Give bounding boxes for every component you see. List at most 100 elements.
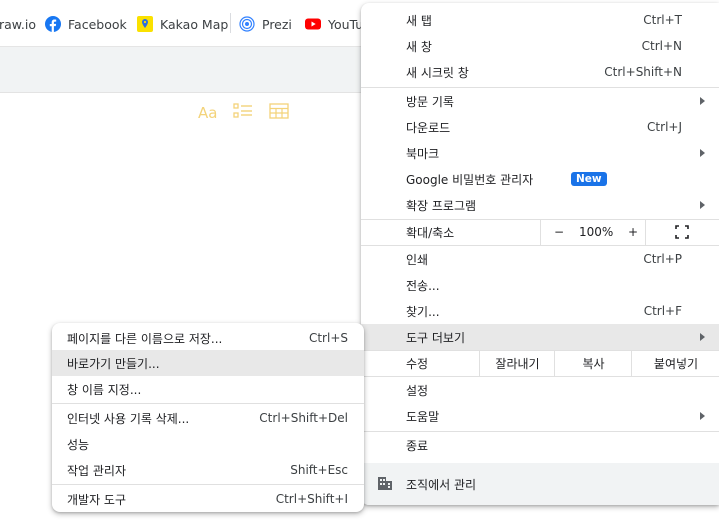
bookmark-label: YouTu — [328, 16, 364, 32]
menu-item-shortcut: Ctrl+T — [643, 13, 682, 27]
menu-item-label: 작업 관리자 — [67, 463, 127, 478]
menu-item-label: 새 창 — [406, 39, 432, 54]
paste-label: 붙여넣기 — [653, 356, 699, 371]
list-icon[interactable] — [233, 103, 253, 122]
menu-item-label: 다운로드 — [406, 120, 451, 135]
menu-item-label: 페이지를 다른 이름으로 저장... — [67, 331, 223, 346]
menu-new-window[interactable]: 새 창 Ctrl+N — [361, 33, 719, 59]
menu-downloads[interactable]: 다운로드 Ctrl+J — [361, 114, 719, 140]
submenu-arrow-icon — [700, 149, 705, 157]
paste-button[interactable]: 붙여넣기 — [631, 350, 719, 376]
bookmark-label: Prezi — [262, 16, 292, 32]
menu-item-shortcut: Shift+Esc — [290, 463, 348, 477]
menu-print[interactable]: 인쇄 Ctrl+P — [361, 246, 719, 272]
bookmark-label: Kakao Map — [160, 16, 229, 32]
menu-new-tab[interactable]: 새 탭 Ctrl+T — [361, 7, 719, 33]
submenu-save-page[interactable]: 페이지를 다른 이름으로 저장... Ctrl+S — [52, 325, 364, 351]
menu-item-label: 북마크 — [406, 146, 440, 161]
zoom-level: 100% — [579, 225, 614, 239]
menu-password-manager[interactable]: Google 비밀번호 관리자 New — [361, 166, 719, 192]
cut-button[interactable]: 잘라내기 — [479, 350, 555, 376]
menu-item-label: 방문 기록 — [406, 94, 454, 109]
zoom-out-button[interactable]: − — [554, 225, 564, 239]
menu-find[interactable]: 찾기... Ctrl+F — [361, 298, 719, 324]
submenu-clear-browsing-data[interactable]: 인터넷 사용 기록 삭제... Ctrl+Shift+Del — [52, 405, 364, 431]
menu-item-label: 바로가기 만들기... — [67, 356, 160, 371]
submenu-create-shortcut[interactable]: 바로가기 만들기... — [52, 350, 364, 376]
menu-divider — [52, 403, 364, 404]
menu-item-label: 도구 더보기 — [406, 330, 466, 345]
facebook-icon — [45, 16, 61, 32]
prezi-icon — [239, 16, 255, 32]
menu-item-label: 전송... — [406, 278, 440, 293]
menu-item-label: 설정 — [406, 383, 429, 398]
menu-settings[interactable]: 설정 — [361, 377, 719, 403]
menu-help[interactable]: 도움말 — [361, 403, 719, 429]
menu-divider — [52, 484, 364, 485]
fullscreen-icon — [675, 225, 689, 242]
submenu-arrow-icon — [700, 201, 705, 209]
menu-item-label: Google 비밀번호 관리자 — [406, 172, 534, 187]
menu-item-shortcut: Ctrl+S — [308, 331, 348, 345]
menu-bookmarks[interactable]: 북마크 — [361, 140, 719, 166]
menu-item-shortcut: Ctrl+Shift+I — [275, 492, 348, 506]
managed-label: 조직에서 관리 — [406, 478, 477, 492]
menu-exit[interactable]: 종료 — [361, 432, 719, 458]
bookmark-youtube[interactable]: YouTu — [305, 15, 363, 33]
menu-item-shortcut: Ctrl+Shift+N — [604, 65, 682, 79]
menu-item-shortcut: Ctrl+Shift+Del — [259, 411, 348, 425]
menu-more-tools[interactable]: 도구 더보기 — [361, 324, 719, 350]
menu-item-shortcut: Ctrl+F — [643, 304, 682, 318]
youtube-icon — [305, 16, 321, 32]
new-badge: New — [571, 172, 607, 186]
more-tools-submenu: 페이지를 다른 이름으로 저장... Ctrl+S 바로가기 만들기... 창 … — [52, 323, 364, 512]
submenu-task-manager[interactable]: 작업 관리자 Shift+Esc — [52, 457, 364, 483]
submenu-arrow-icon — [700, 333, 705, 341]
submenu-name-window[interactable]: 창 이름 지정... — [52, 376, 364, 402]
building-icon — [377, 475, 393, 494]
menu-item-shortcut: Ctrl+P — [643, 252, 682, 266]
submenu-performance[interactable]: 성능 — [52, 431, 364, 457]
kakao-map-icon — [137, 16, 153, 32]
bookmark-label: Facebook — [68, 16, 127, 32]
menu-item-label: 찾기... — [406, 304, 440, 319]
edit-label: 수정 — [406, 356, 429, 371]
menu-item-label: 인터넷 사용 기록 삭제... — [67, 411, 190, 426]
cut-label: 잘라내기 — [495, 356, 540, 371]
fullscreen-button[interactable] — [645, 219, 719, 245]
menu-item-shortcut: Ctrl+N — [641, 39, 682, 53]
menu-item-label: 개발자 도구 — [67, 492, 127, 507]
bookmark-prezi[interactable]: Prezi — [239, 15, 292, 33]
menu-extensions[interactable]: 확장 프로그램 — [361, 192, 719, 218]
copy-button[interactable]: 복사 — [554, 350, 632, 376]
bookmark-kakao-map[interactable]: Kakao Map — [137, 15, 228, 33]
bookmark-label: raw.io — [0, 16, 36, 32]
font-style-icon[interactable]: Aa — [198, 104, 217, 122]
menu-managed-by-org[interactable]: 조직에서 관리 — [361, 463, 719, 505]
table-icon[interactable] — [269, 103, 290, 122]
menu-new-incognito[interactable]: 새 시크릿 창 Ctrl+Shift+N — [361, 59, 719, 85]
menu-history[interactable]: 방문 기록 — [361, 88, 719, 114]
menu-item-shortcut: Ctrl+J — [647, 120, 682, 134]
submenu-developer-tools[interactable]: 개발자 도구 Ctrl+Shift+I — [52, 486, 364, 512]
menu-item-label: 도움말 — [406, 409, 440, 424]
menu-edit-row: 수정 잘라내기 복사 붙여넣기 — [361, 350, 719, 376]
menu-item-label: 성능 — [67, 437, 90, 452]
bookmark-divider — [230, 13, 231, 33]
zoom-label: 확대/축소 — [406, 225, 455, 240]
menu-item-label: 확장 프로그램 — [406, 198, 477, 213]
chrome-main-menu: 새 탭 Ctrl+T 새 창 Ctrl+N 새 시크릿 창 Ctrl+Shift… — [361, 3, 719, 505]
submenu-arrow-icon — [700, 97, 705, 105]
bookmark-facebook[interactable]: Facebook — [45, 15, 127, 33]
menu-item-label: 종료 — [406, 438, 429, 453]
menu-cast[interactable]: 전송... — [361, 272, 719, 298]
submenu-arrow-icon — [700, 412, 705, 420]
menu-item-label: 새 탭 — [406, 13, 432, 28]
zoom-controls: − 100% + — [540, 219, 646, 245]
menu-item-label: 새 시크릿 창 — [406, 65, 469, 80]
bookmark-raw-io[interactable]: raw.io — [0, 15, 36, 33]
copy-label: 복사 — [582, 356, 605, 371]
menu-item-label: 창 이름 지정... — [67, 382, 142, 397]
menu-zoom-row: 확대/축소 − 100% + — [361, 219, 719, 245]
zoom-in-button[interactable]: + — [628, 225, 638, 239]
